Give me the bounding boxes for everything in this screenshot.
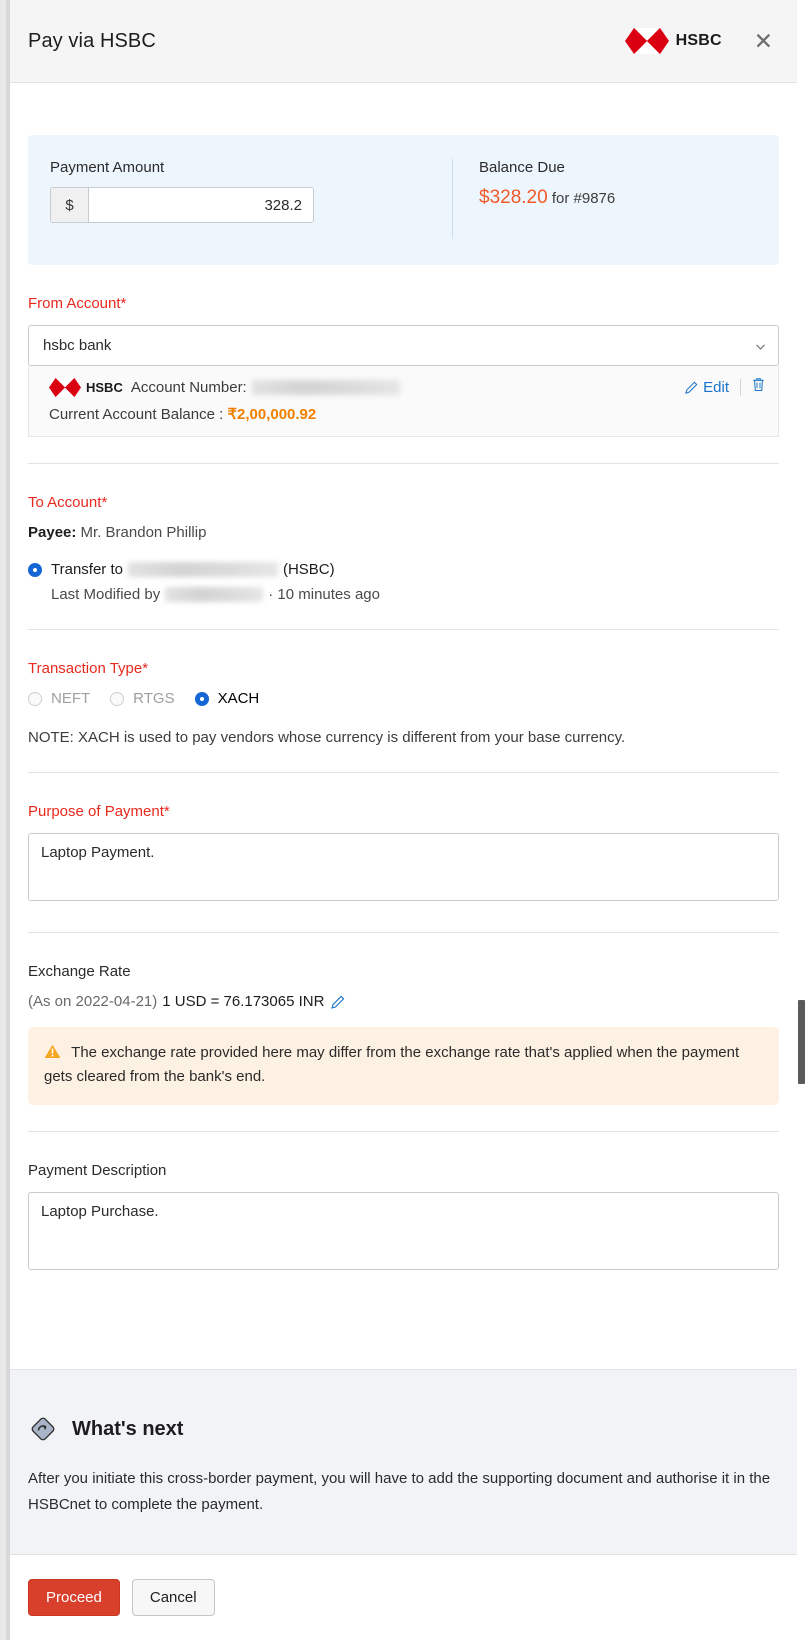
trash-icon: [753, 378, 764, 392]
exchange-rate-as-on: (As on 2022-04-21): [28, 993, 158, 1010]
payment-amount-input-wrap: $: [50, 187, 314, 223]
purpose-of-payment-textarea[interactable]: [28, 833, 779, 901]
transaction-type-option-rtgs[interactable]: RTGS: [110, 690, 175, 707]
hsbc-hexagon-icon: [624, 28, 669, 54]
header-right-group: HSBC ✕: [624, 28, 775, 54]
payment-amount-group: Payment Amount $: [28, 159, 452, 223]
whats-next-title: What's next: [72, 1417, 184, 1440]
currency-symbol: $: [51, 188, 89, 222]
xach-label: XACH: [217, 690, 260, 707]
delete-account-button[interactable]: [752, 377, 765, 397]
from-account-selected-value: hsbc bank: [43, 337, 112, 354]
balance-separator: :: [214, 406, 228, 423]
edit-account-button[interactable]: Edit: [685, 379, 729, 396]
account-number-redacted: [251, 379, 400, 395]
modal-body: Payment Amount $ Balance Due $328.20 for…: [10, 83, 797, 1369]
whats-next-header: What's next: [28, 1414, 779, 1444]
hsbc-logo-lockup: HSBC: [624, 28, 722, 54]
payment-description-section: Payment Description: [28, 1132, 779, 1309]
last-modified-user-redacted: [165, 587, 264, 602]
close-icon[interactable]: ✕: [752, 29, 775, 53]
current-account-balance-value: ₹2,00,000.92: [227, 406, 317, 423]
from-account-detail: HSBC Account Number: Edit Current Accoun…: [28, 366, 779, 437]
last-modified-suffix: · 10 minutes ago: [268, 586, 380, 603]
from-account-actions: Edit: [685, 377, 765, 397]
balance-due-group: Balance Due $328.20 for #9876: [452, 159, 779, 239]
last-modified-prefix: Last Modified by: [51, 586, 161, 603]
balance-due-amount: $328.20: [479, 187, 548, 208]
balance-due-label: Balance Due: [479, 159, 565, 176]
warning-triangle-icon: [44, 1044, 65, 1063]
modal-footer: Proceed Cancel: [10, 1554, 797, 1640]
transaction-type-options: NEFT RTGS XACH: [28, 690, 779, 707]
payment-amount-panel: Payment Amount $ Balance Due $328.20 for…: [28, 135, 779, 265]
modal-header: Pay via HSBC HSBC ✕: [10, 0, 797, 83]
exchange-rate-line: (As on 2022-04-21) 1 USD = 76.173065 INR: [28, 993, 779, 1010]
from-account-section: From Account* hsbc bank HSBC Account Num…: [28, 265, 779, 464]
hsbc-mini-wordmark: HSBC: [86, 379, 123, 395]
next-step-diamond-icon: [31, 1417, 55, 1441]
from-account-label: From Account*: [28, 295, 127, 312]
hsbc-hexagon-icon: [49, 377, 81, 397]
payee-line: Payee: Mr. Brandon Phillip: [28, 524, 779, 541]
payee-name: Mr. Brandon Phillip: [80, 524, 207, 541]
rtgs-label: RTGS: [133, 690, 175, 707]
whats-next-body: After you initiate this cross-border pay…: [28, 1470, 771, 1514]
payment-description-label: Payment Description: [28, 1161, 167, 1179]
exchange-rate-warning-text: The exchange rate provided here may diff…: [44, 1044, 740, 1086]
exchange-rate-section: Exchange Rate (As on 2022-04-21) 1 USD =…: [28, 933, 779, 1132]
vertical-scrollbar[interactable]: [797, 0, 806, 1640]
to-account-label: To Account*: [28, 494, 108, 511]
xach-radio[interactable]: [194, 691, 209, 706]
pencil-icon: [331, 995, 345, 1009]
hsbc-wordmark: HSBC: [675, 32, 722, 49]
balance-due-value: $328.20 for #9876: [479, 187, 779, 209]
neft-radio[interactable]: [28, 691, 42, 706]
action-divider: [740, 378, 741, 396]
transaction-type-option-xach[interactable]: XACH: [194, 690, 260, 707]
payment-amount-label: Payment Amount: [50, 159, 165, 176]
account-number-label: Account Number:: [130, 378, 247, 396]
current-account-balance-row: Current Account Balance : ₹2,00,000.92: [49, 405, 765, 423]
neft-label: NEFT: [51, 690, 91, 707]
exchange-rate-warning: The exchange rate provided here may diff…: [28, 1027, 779, 1105]
transaction-type-note: NOTE: XACH is used to pay vendors whose …: [28, 729, 626, 746]
transfer-to-account-redacted: [127, 562, 278, 577]
transfer-to-suffix: (HSBC): [282, 561, 335, 578]
pencil-icon: [685, 381, 698, 394]
proceed-button[interactable]: Proceed: [28, 1579, 120, 1616]
transfer-to-radio[interactable]: [28, 562, 42, 577]
payee-prefix: Payee:: [28, 524, 77, 541]
transfer-to-prefix: Transfer to: [51, 561, 123, 578]
purpose-of-payment-section: Purpose of Payment*: [28, 773, 779, 933]
pay-via-hsbc-modal: Pay via HSBC HSBC ✕ Payment Amount $ 328…: [10, 0, 797, 1640]
page-title: Pay via HSBC: [28, 29, 156, 52]
cancel-button[interactable]: Cancel: [131, 1579, 215, 1616]
last-modified-line: Last Modified by · 10 minutes ago: [28, 586, 779, 603]
payment-amount-input[interactable]: [89, 188, 313, 222]
hsbc-mini-logo: HSBC: [49, 377, 123, 397]
transaction-type-option-neft[interactable]: NEFT: [28, 690, 90, 707]
payment-description-textarea[interactable]: [28, 1191, 779, 1270]
current-account-balance-label: Current Account Balance: [49, 406, 215, 423]
transaction-type-section: Transaction Type* NEFT RTGS XACH NOTE: X…: [28, 630, 779, 773]
transfer-to-option[interactable]: Transfer to (HSBC): [28, 561, 779, 578]
whats-next-panel: What's next After you initiate this cros…: [10, 1369, 797, 1554]
balance-due-invoice: for #9876: [547, 190, 616, 207]
purpose-of-payment-label: Purpose of Payment*: [28, 803, 170, 820]
chevron-down-icon: [756, 344, 765, 350]
transaction-type-label: Transaction Type*: [28, 660, 149, 677]
page-background-strip: [0, 0, 10, 1640]
edit-account-label: Edit: [703, 378, 729, 396]
scrollbar-thumb[interactable]: [798, 1000, 805, 1084]
to-account-section: To Account* Payee: Mr. Brandon Phillip T…: [28, 464, 779, 630]
edit-exchange-rate-button[interactable]: [331, 995, 345, 1009]
exchange-rate-label: Exchange Rate: [28, 963, 131, 980]
from-account-number-row: HSBC Account Number: Edit: [49, 377, 765, 397]
exchange-rate-value: 1 USD = 76.173065 INR: [162, 993, 325, 1010]
rtgs-radio[interactable]: [110, 691, 125, 706]
from-account-select[interactable]: hsbc bank: [28, 325, 779, 366]
